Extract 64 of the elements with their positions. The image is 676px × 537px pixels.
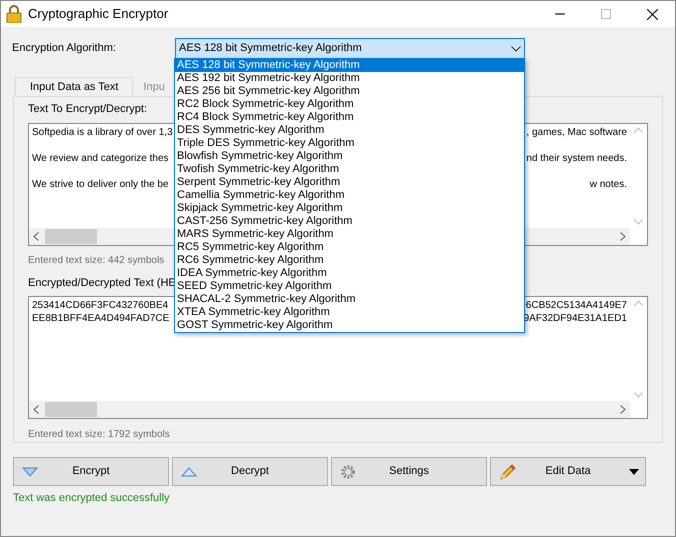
- size-text: Entered text size: 1792 symbols: [28, 428, 170, 442]
- padlock-icon: [6, 5, 22, 23]
- dropdown-option[interactable]: Camellia Symmetric-key Algorithm: [175, 189, 524, 202]
- horizontal-scrollbar[interactable]: [29, 401, 630, 418]
- chevron-down-icon: [511, 46, 521, 52]
- dropdown-option[interactable]: AES 192 bit Symmetric-key Algorithm: [175, 72, 524, 85]
- field-label: Encrypted/Decrypted Text (HE: [28, 276, 176, 290]
- triangle-up-icon: [181, 466, 197, 476]
- dropdown-option[interactable]: Blowfish Symmetric-key Algorithm: [175, 150, 524, 163]
- text-line: 6CB52C5134A4149E7: [526, 299, 627, 312]
- triangle-down-icon: [22, 466, 38, 476]
- decrypt-button[interactable]: Decrypt: [172, 457, 328, 486]
- scroll-left-icon[interactable]: [33, 232, 39, 240]
- tab[interactable]: Input Data as Text: [15, 77, 134, 96]
- size-text: Entered text size: 442 symbols: [28, 254, 164, 268]
- scrollbar-thumb[interactable]: [45, 228, 97, 244]
- edit-button[interactable]: Edit Data: [490, 457, 646, 486]
- text-line: We strive to deliver only the be: [32, 178, 169, 190]
- dropdown-option[interactable]: XTEA Symmetric-key Algorithm: [175, 306, 524, 319]
- scroll-left-icon[interactable]: [33, 405, 39, 414]
- dropdown-option[interactable]: Skipjack Symmetric-key Algorithm: [175, 202, 524, 215]
- text-line: 9AF32DF94E31A1ED1: [524, 312, 627, 325]
- dropdown-option[interactable]: SEED Symmetric-key Algorithm: [175, 280, 524, 293]
- maximize-icon: [601, 9, 611, 19]
- scroll-right-icon[interactable]: [620, 232, 626, 240]
- dropdown-option[interactable]: RC2 Block Symmetric-key Algorithm: [175, 98, 524, 111]
- settings-icon: [340, 464, 356, 480]
- encrypt-button[interactable]: Encrypt: [13, 457, 169, 486]
- scroll-down-icon[interactable]: [634, 392, 643, 398]
- text-line: , games, Mac software: [526, 126, 627, 138]
- scroll-up-icon[interactable]: [634, 126, 643, 132]
- dropdown-option[interactable]: MARS Symmetric-key Algorithm: [175, 228, 524, 241]
- dropdown-option[interactable]: RC4 Block Symmetric-key Algorithm: [175, 111, 524, 124]
- text-line: 253414CD66F3FC432760BE4: [32, 299, 168, 312]
- settings-button[interactable]: Settings: [331, 457, 487, 486]
- dropdown-option[interactable]: Serpent Symmetric-key Algorithm: [175, 176, 524, 189]
- caret-icon: [629, 469, 639, 475]
- status-message: Text was encrypted successfully: [13, 491, 170, 506]
- dropdown-option[interactable]: Twofish Symmetric-key Algorithm: [175, 163, 524, 176]
- dropdown-option[interactable]: Triple DES Symmetric-key Algorithm: [175, 137, 524, 150]
- scroll-up-icon[interactable]: [634, 300, 643, 306]
- dropdown-option[interactable]: SHACAL-2 Symmetric-key Algorithm: [175, 293, 524, 306]
- pencil-icon: [499, 462, 517, 480]
- text-line: nd their system needs.: [526, 152, 627, 164]
- field-label: Encryption Algorithm:: [12, 41, 117, 56]
- scroll-down-icon[interactable]: [634, 218, 643, 224]
- close-icon: [646, 8, 658, 20]
- scrollbar-thumb[interactable]: [45, 402, 97, 417]
- dropdown-option[interactable]: GOST Symmetric-key Algorithm: [175, 319, 524, 332]
- text-line: We review and categorize thes: [32, 152, 169, 164]
- scroll-right-icon[interactable]: [620, 405, 626, 414]
- window-title: Cryptographic Encryptor: [28, 5, 168, 24]
- algorithm-dropdown[interactable]: AES 128 bit Symmetric-key Algorithm: [175, 38, 525, 59]
- dropdown-option[interactable]: AES 128 bit Symmetric-key Algorithm: [175, 59, 524, 72]
- minimize-icon: [555, 13, 565, 15]
- field-label: Text To Encrypt/Decrypt:: [28, 102, 148, 117]
- dropdown-option[interactable]: RC6 Symmetric-key Algorithm: [175, 254, 524, 267]
- dropdown-option[interactable]: AES 256 bit Symmetric-key Algorithm: [175, 85, 524, 98]
- text-line: Softpedia is a library of over 1,3: [32, 126, 173, 138]
- dropdown-option[interactable]: CAST-256 Symmetric-key Algorithm: [175, 215, 524, 228]
- text-line: EE8B1BFF4EA4D494FAD7CE: [32, 312, 170, 325]
- dropdown-option[interactable]: IDEA Symmetric-key Algorithm: [175, 267, 524, 280]
- dropdown-option[interactable]: DES Symmetric-key Algorithm: [175, 124, 524, 137]
- text-line: w notes.: [590, 178, 627, 190]
